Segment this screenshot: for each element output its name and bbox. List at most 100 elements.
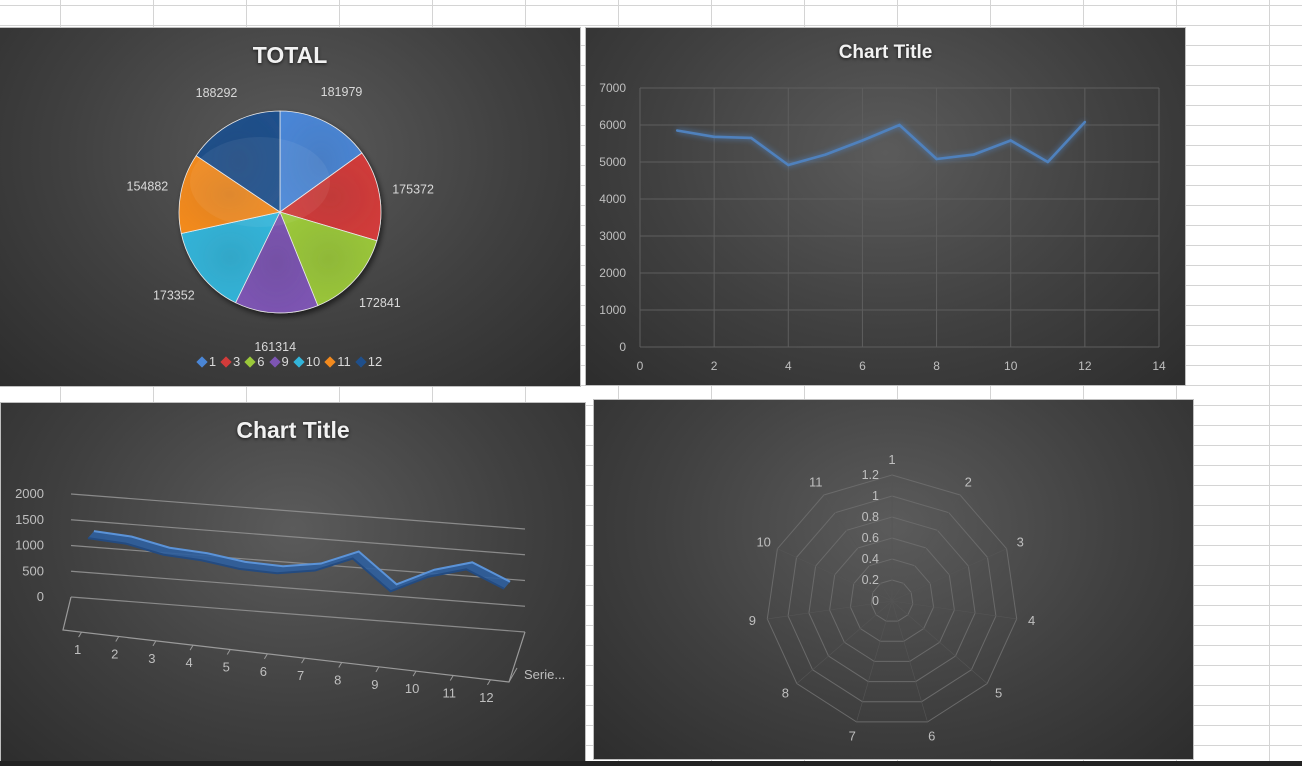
pie-data-label-6: 172841 bbox=[359, 296, 401, 310]
data-point[interactable] bbox=[935, 157, 938, 161]
x-tick-label: 2 bbox=[711, 359, 718, 373]
x-tick-label: 4 bbox=[785, 359, 792, 373]
data-point[interactable] bbox=[898, 123, 901, 127]
radar-plot: 1 2 3 4 5 6 7 8 9 10 11 0 0.2 0.4 0.6 0.8 1 1.2 bbox=[749, 452, 1035, 743]
radar-axis-label: 0.4 bbox=[862, 552, 879, 566]
legend-item-11[interactable]: 11 bbox=[324, 354, 351, 369]
legend-swatch bbox=[220, 356, 232, 368]
data-point[interactable] bbox=[787, 163, 790, 167]
data-point[interactable] bbox=[861, 139, 864, 142]
legend-label: 10 bbox=[305, 354, 321, 369]
line-chart[interactable]: Chart Title 0 1000 2000 3000 4000 5000 6000 700… bbox=[586, 28, 1185, 385]
radar-spoke bbox=[823, 494, 893, 602]
legend-label: 6 bbox=[257, 354, 265, 369]
y-tick-label: 1000 bbox=[599, 303, 626, 317]
radar-category-label: 7 bbox=[849, 728, 856, 743]
x-tick bbox=[115, 636, 120, 642]
legend-item-6[interactable]: 6 bbox=[244, 354, 265, 369]
radar-spoke bbox=[891, 600, 988, 684]
legend-item-10[interactable]: 10 bbox=[293, 354, 321, 369]
radar-chart[interactable]: 1 2 3 4 5 6 7 8 9 10 11 0 0.2 0.4 0.6 0.8 1 1.2 bbox=[594, 400, 1193, 759]
x-tick-label: 8 bbox=[334, 673, 341, 688]
legend-swatch bbox=[268, 356, 281, 368]
y-tick-label: 2000 bbox=[599, 266, 626, 280]
x-tick bbox=[189, 644, 194, 651]
pie-data-label-3: 175372 bbox=[392, 182, 434, 196]
x-tick-label: 10 bbox=[405, 681, 419, 696]
legend-item-12[interactable]: 12 bbox=[355, 354, 382, 369]
data-point[interactable] bbox=[750, 136, 753, 140]
radar-spoke bbox=[891, 548, 1007, 602]
x-tick-label: 3 bbox=[148, 651, 155, 666]
y-tick-label: 3000 bbox=[599, 229, 626, 243]
line-plot: 0 1000 2000 3000 4000 5000 6000 7000 0 2 4 6 8 10 12 14 bbox=[599, 81, 1166, 373]
data-point[interactable] bbox=[1083, 120, 1087, 124]
pie-data-label-9: 161314 bbox=[254, 340, 296, 354]
data-point[interactable] bbox=[824, 153, 827, 156]
x-tick bbox=[301, 657, 306, 664]
y-gridline bbox=[70, 493, 526, 530]
y-tick-label: 1000 bbox=[15, 538, 44, 553]
series-line[interactable] bbox=[93, 530, 511, 586]
data-point[interactable] bbox=[1009, 139, 1012, 142]
depth-axis-label: Serie... bbox=[524, 667, 565, 682]
y-tick-label: 4000 bbox=[599, 192, 626, 206]
radar-axis-label: 1 bbox=[872, 489, 879, 503]
x-tick-label: 2 bbox=[111, 647, 118, 662]
data-point[interactable] bbox=[972, 153, 975, 156]
legend-item-3[interactable]: 3 bbox=[220, 354, 241, 369]
x-tick-label: 6 bbox=[859, 359, 866, 373]
pie-data-label-1: 181979 bbox=[321, 85, 363, 99]
x-tick bbox=[338, 662, 343, 668]
x-tick bbox=[226, 649, 231, 655]
x-tick bbox=[375, 666, 380, 673]
radar-category-label: 2 bbox=[965, 474, 972, 489]
x-tick bbox=[449, 675, 454, 681]
x-tick bbox=[263, 653, 268, 660]
legend-label: 11 bbox=[337, 354, 351, 369]
legend-item-1[interactable]: 1 bbox=[196, 354, 216, 369]
x-tick-label: 9 bbox=[371, 677, 378, 692]
y-tick-label: 5000 bbox=[599, 155, 626, 169]
series-ribbon[interactable] bbox=[87, 531, 511, 592]
data-point[interactable] bbox=[712, 135, 716, 138]
x-tick-label: 1 bbox=[74, 642, 81, 657]
pie-legend: 1 3 6 9 10 11 12 bbox=[0, 354, 580, 369]
radar-category-label: 1 bbox=[888, 452, 895, 467]
line3d-chart[interactable]: Chart Title 0 500 1000 1500 2000 1 2 3 4 5 6 7 8 9 10 1… bbox=[1, 403, 585, 763]
radar-category-label: 11 bbox=[809, 474, 823, 489]
pie-chart[interactable]: TOTAL 181979 175372 172841 161314 173352 1548… bbox=[0, 28, 580, 386]
x-tick-label: 5 bbox=[223, 660, 230, 675]
radar-spoke bbox=[891, 600, 1017, 620]
legend-item-9[interactable]: 9 bbox=[268, 354, 289, 369]
radar-category-label: 6 bbox=[928, 728, 935, 743]
radar-category-label: 3 bbox=[1017, 534, 1024, 549]
radar-category-label: 10 bbox=[756, 534, 770, 549]
radar-axis-label: 0.2 bbox=[862, 573, 879, 587]
legend-label: 9 bbox=[281, 354, 289, 369]
radar-category-label: 5 bbox=[995, 685, 1002, 700]
y-tick-label: 6000 bbox=[599, 118, 626, 132]
series-line[interactable] bbox=[676, 121, 1086, 167]
x-tick bbox=[486, 679, 491, 686]
radar-spoke bbox=[796, 600, 893, 684]
x-tick bbox=[152, 640, 157, 647]
data-point[interactable] bbox=[675, 129, 679, 132]
line3d-plot: 05001000150020001 2 3 4 5 6 7 8 9 10 11 12Serie... bbox=[15, 486, 565, 705]
legend-swatch bbox=[196, 356, 208, 368]
x-tick-label: 12 bbox=[1078, 359, 1092, 373]
legend-swatch bbox=[355, 356, 367, 368]
sheet-tabs-bar bbox=[0, 761, 1302, 766]
radar-category-label: 8 bbox=[782, 685, 789, 700]
y-tick-label: 500 bbox=[22, 563, 44, 578]
radar-axis-label: 0.8 bbox=[862, 510, 879, 524]
y-tick-label: 7000 bbox=[599, 81, 626, 95]
legend-swatch bbox=[244, 356, 256, 368]
data-point[interactable] bbox=[1046, 160, 1049, 164]
floor-edge bbox=[62, 596, 526, 683]
legend-label: 3 bbox=[233, 354, 241, 369]
x-tick-label: 11 bbox=[443, 686, 457, 701]
pie-data-label-11: 154882 bbox=[127, 180, 169, 194]
x-tick bbox=[78, 631, 83, 638]
pie-plot: 181979 175372 172841 161314 173352 154882 1882… bbox=[127, 85, 434, 354]
